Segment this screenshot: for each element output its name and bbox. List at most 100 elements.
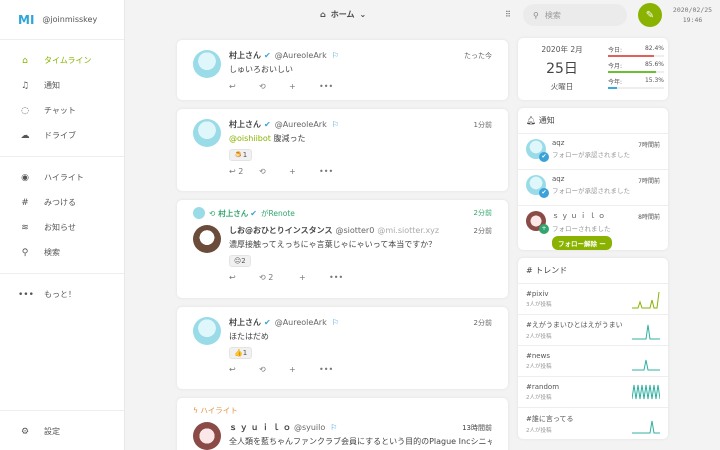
trend-item[interactable]: #誰に言ってる 2人が投稿: [518, 408, 668, 439]
nav-timeline[interactable]: ⌂ タイムライン: [0, 48, 124, 73]
nav-drive[interactable]: ☁ ドライブ: [0, 123, 124, 148]
reaction-chip[interactable]: 🍮1: [229, 149, 253, 161]
more-icon[interactable]: •••: [329, 273, 359, 282]
highlight-label: ハイライト: [200, 406, 238, 415]
renote[interactable]: ⟲ 村上さん ✔ がRenote 2分前 しお@おひとりインスタンス @siot…: [177, 200, 508, 298]
nav-chat[interactable]: ◌ チャット: [0, 98, 124, 123]
note-username[interactable]: ｓ ｙ ｕ ｉ ｌ ｏ: [229, 422, 291, 434]
avatar[interactable]: [193, 225, 221, 253]
note-acct[interactable]: @AureoleArk: [275, 50, 327, 62]
note-time[interactable]: 13時間前: [462, 422, 492, 434]
nav-notifications[interactable]: ♫ 通知: [0, 73, 124, 98]
bookmark-icon: ⚐: [331, 51, 339, 60]
renote-icon[interactable]: ⟲: [259, 82, 289, 91]
reaction-add-icon[interactable]: +: [289, 167, 319, 176]
note-username[interactable]: 村上さん: [229, 50, 261, 62]
bookmark-icon: ⚐: [330, 423, 338, 432]
reaction-add-icon[interactable]: +: [289, 82, 319, 91]
trend-item[interactable]: #pixiv 3人が投稿: [518, 284, 668, 315]
home-icon: ⌂: [22, 55, 28, 66]
avatar[interactable]: ✔: [526, 175, 549, 198]
more-icon[interactable]: •••: [319, 82, 349, 91]
reaction-chip[interactable]: 👍1: [229, 347, 253, 359]
notification-item[interactable]: + ｓ ｙ ｕ ｉ ｌ ｏ フォローされました フォロー解除 ー 8時間前: [518, 206, 668, 250]
note-time[interactable]: 2分前: [474, 225, 492, 237]
note[interactable]: 村上さん ✔ @AureoleArk ⚐ たった今 しゅいろおいしい ↩ ⟲ +…: [177, 40, 508, 100]
trend-item[interactable]: #えがうまいひとはえがうまい 2人が投稿: [518, 315, 668, 346]
notification-item[interactable]: ✔ aqz フォローが承認されました 7時間前: [518, 134, 668, 170]
note-time[interactable]: たった今: [464, 50, 492, 62]
chevron-down-icon: ⌄: [359, 10, 367, 19]
calendar-day: 25日: [546, 61, 578, 77]
renoter-name[interactable]: 村上さん: [218, 208, 248, 219]
reaction-chip[interactable]: 😑2: [229, 255, 251, 267]
plus-icon: +: [539, 224, 549, 234]
reply-icon[interactable]: ↩: [229, 273, 259, 282]
avatar[interactable]: [193, 119, 221, 147]
note-time[interactable]: 1分前: [474, 119, 492, 131]
more-icon[interactable]: •••: [319, 167, 349, 176]
note[interactable]: 村上さん ✔ @AureoleArk ⚐ 1分前 @oishiibot 腹減った…: [177, 109, 508, 191]
renote-icon[interactable]: ⟲ 2: [259, 273, 299, 282]
note-username[interactable]: 村上さん: [229, 317, 261, 329]
nav-announcements[interactable]: ≋ お知らせ: [0, 215, 124, 240]
calendar-weekday: 火曜日: [550, 82, 574, 91]
account-header[interactable]: MI @joinmisskey: [0, 0, 124, 40]
nav-more[interactable]: ••• もっと！: [0, 282, 124, 307]
note-time[interactable]: 2分前: [474, 317, 492, 329]
nav-highlight[interactable]: ◉ ハイライト: [0, 165, 124, 190]
nav-settings[interactable]: ⚙ 設定: [0, 419, 124, 444]
avatar[interactable]: [193, 207, 205, 219]
misskey-logo: MI: [18, 12, 35, 27]
note-username[interactable]: 村上さん: [229, 119, 261, 131]
highlight-note[interactable]: ϟ ハイライト ｓ ｙ ｕ ｉ ｌ ｏ @syuilo ⚐ 13時間前 全人類を…: [177, 398, 508, 450]
note-acct[interactable]: @syuilo: [294, 422, 325, 434]
nav-explore[interactable]: # みつける: [0, 190, 124, 215]
reaction-add-icon[interactable]: +: [299, 273, 329, 282]
avatar[interactable]: [193, 50, 221, 78]
note-text: しゅいろおいしい: [229, 65, 293, 74]
renote-time[interactable]: 2分前: [474, 208, 492, 218]
widgets-grid-icon[interactable]: ⠿: [505, 10, 511, 19]
note-acct[interactable]: @AureoleArk: [275, 119, 327, 131]
avatar[interactable]: ✔: [526, 139, 549, 162]
note-actions: ↩ ⟲ + •••: [229, 82, 492, 91]
timeline-switcher[interactable]: ⌂ ホーム ⌄: [320, 9, 366, 20]
note-acct[interactable]: @siotter0: [335, 225, 374, 237]
mention-link[interactable]: @oishiibot: [229, 134, 271, 143]
clock-date: 2020/02/25: [672, 6, 713, 14]
notification-item[interactable]: ✔ aqz フォローが承認されました 7時間前: [518, 170, 668, 206]
reply-icon[interactable]: ↩ 2: [229, 167, 259, 176]
renote-icon[interactable]: ⟲: [259, 167, 289, 176]
more-icon[interactable]: •••: [319, 365, 349, 374]
search-input[interactable]: ⚲ 検索: [523, 4, 627, 26]
hash-icon: #: [526, 266, 533, 275]
reply-icon[interactable]: ↩: [229, 365, 259, 374]
verified-icon: ✔: [264, 120, 271, 129]
bookmark-icon: ⚐: [331, 318, 339, 327]
trend-item[interactable]: #news 2人が投稿: [518, 346, 668, 377]
trend-item[interactable]: #random 2人が投稿: [518, 377, 668, 408]
note-username[interactable]: しお@おひとりインスタンス: [229, 225, 332, 237]
progress-month: 今月: 85.6%: [608, 61, 664, 73]
bell-icon: 🔔︎: [526, 116, 537, 125]
avatar[interactable]: +: [526, 211, 549, 234]
unfollow-button[interactable]: フォロー解除 ー: [552, 236, 612, 250]
reaction-add-icon[interactable]: +: [289, 365, 319, 374]
search-placeholder: 検索: [544, 10, 561, 20]
nav-divider: [0, 410, 124, 411]
avatar[interactable]: [193, 317, 221, 345]
calendar-widget: 2020年 2月 25日 火曜日 今日: 82.4% 今月: 85.6% 今年: 15…: [518, 38, 668, 100]
compose-button[interactable]: ✎: [638, 3, 662, 27]
nav-search[interactable]: ⚲ 検索: [0, 240, 124, 265]
timeline: 村上さん ✔ @AureoleArk ⚐ たった今 しゅいろおいしい ↩ ⟲ +…: [177, 40, 508, 450]
progress-bars: 今日: 82.4% 今月: 85.6% 今年: 15.3%: [608, 45, 664, 93]
renote-icon[interactable]: ⟲: [259, 365, 289, 374]
reply-icon[interactable]: ↩: [229, 82, 259, 91]
renote-suffix: がRenote: [261, 208, 295, 218]
note-acct[interactable]: @AureoleArk: [275, 317, 327, 329]
ellipsis-icon: •••: [18, 289, 34, 300]
nav-divider: [0, 273, 124, 274]
note[interactable]: 村上さん ✔ @AureoleArk ⚐ 2分前 ほたはだめ 👍1 ↩ ⟲ + …: [177, 307, 508, 389]
avatar[interactable]: [193, 422, 221, 450]
